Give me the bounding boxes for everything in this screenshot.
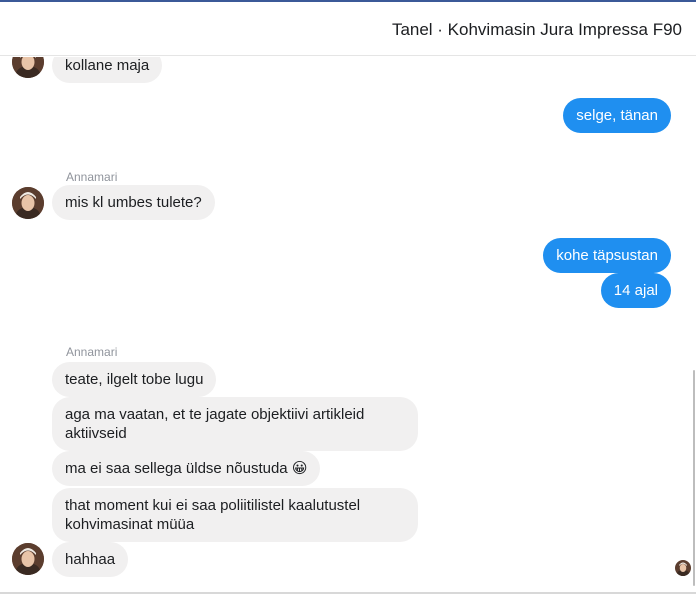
message-bubble-incoming[interactable]: ma ei saa sellega üldse nõustuda 😀 bbox=[52, 451, 321, 486]
message-bubble-outgoing[interactable]: kohe täpsustan bbox=[543, 238, 671, 273]
sender-name: Annamari bbox=[66, 345, 118, 359]
message-thread[interactable]: kollane maja selge, tänan Annamari mis k… bbox=[0, 57, 696, 594]
message-bubble-incoming[interactable]: mis kl umbes tulete? bbox=[52, 185, 215, 220]
message-bubble-incoming[interactable]: teate, ilgelt tobe lugu bbox=[52, 362, 217, 397]
message-bubble-incoming[interactable]: aga ma vaatan, et te jagate objektiivi a… bbox=[52, 397, 418, 451]
contact-avatar[interactable] bbox=[12, 187, 44, 219]
contact-avatar[interactable] bbox=[12, 57, 44, 78]
message-bubble-outgoing[interactable]: selge, tänan bbox=[563, 98, 671, 133]
read-receipt-avatar bbox=[675, 560, 691, 576]
message-bubble-incoming[interactable]: kollane maja bbox=[52, 57, 163, 83]
conversation-title[interactable]: Tanel · Kohvimasin Jura Impressa F90 bbox=[392, 20, 682, 40]
contact-avatar[interactable] bbox=[12, 543, 44, 575]
conversation-header: Tanel · Kohvimasin Jura Impressa F90 bbox=[0, 2, 696, 56]
message-bubble-outgoing[interactable]: 14 ajal bbox=[600, 273, 671, 308]
thread-scrollbar[interactable] bbox=[693, 370, 695, 586]
message-bubble-incoming[interactable]: that moment kui ei saa poliitilistel kaa… bbox=[52, 488, 418, 542]
message-bubble-incoming[interactable]: hahhaa bbox=[52, 542, 129, 577]
sender-name: Annamari bbox=[66, 170, 118, 184]
